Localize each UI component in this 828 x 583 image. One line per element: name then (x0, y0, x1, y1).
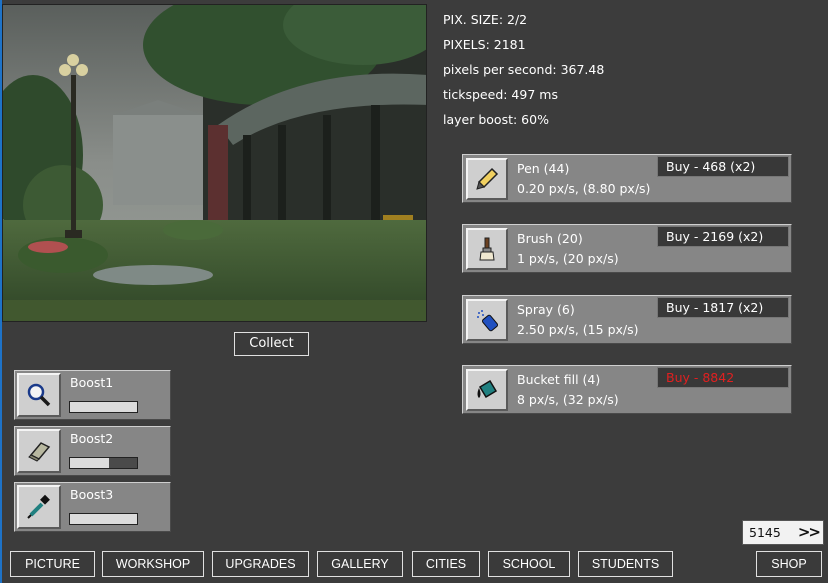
tickspeed-stat: tickspeed: 497 ms (443, 87, 558, 102)
brush-icon[interactable] (466, 228, 508, 270)
boost-2: Boost2 (14, 426, 171, 476)
nav-upgrades[interactable]: UPGRADES (212, 551, 309, 577)
nav-shop[interactable]: SHOP (756, 551, 822, 577)
nav-school[interactable]: SCHOOL (488, 551, 570, 577)
boost-progress-bar (69, 513, 138, 525)
nav-picture[interactable]: PICTURE (10, 551, 95, 577)
next-layer-counter[interactable]: 5145 >> (742, 520, 824, 545)
park-pavilion-painting (3, 5, 426, 321)
buy-bucket-fill-button[interactable]: Buy - 8842 (657, 367, 789, 388)
eyedropper-icon[interactable] (17, 485, 61, 529)
layer-boost-stat: layer boost: 60% (443, 112, 549, 127)
bucket-fill-icon[interactable] (466, 369, 508, 411)
tool-name: Spray (6) (517, 302, 575, 317)
boost-label: Boost3 (70, 487, 114, 502)
tool-name: Brush (20) (517, 231, 583, 246)
tool-name: Bucket fill (4) (517, 372, 601, 387)
tool-brush: Brush (20) 1 px/s, (20 px/s) Buy - 2169 … (462, 224, 792, 273)
pix-size-stat: PIX. SIZE: 2/2 (443, 12, 528, 27)
boost-progress-bar (69, 401, 138, 413)
boost-label: Boost2 (70, 431, 114, 446)
magnifier-icon[interactable] (17, 373, 61, 417)
tool-bucket-fill: Bucket fill (4) 8 px/s, (32 px/s) Buy - … (462, 365, 792, 414)
eraser-icon[interactable] (17, 429, 61, 473)
nav-gallery[interactable]: GALLERY (317, 551, 403, 577)
buy-spray-button[interactable]: Buy - 1817 (x2) (657, 297, 789, 318)
tool-rate: 2.50 px/s, (15 px/s) (517, 322, 639, 337)
counter-value: 5145 (749, 525, 781, 540)
buy-brush-button[interactable]: Buy - 2169 (x2) (657, 226, 789, 247)
collect-button[interactable]: Collect (234, 332, 309, 356)
tool-pen: Pen (44) 0.20 px/s, (8.80 px/s) Buy - 46… (462, 154, 792, 203)
tool-rate: 8 px/s, (32 px/s) (517, 392, 619, 407)
nav-cities[interactable]: CITIES (412, 551, 480, 577)
pen-icon[interactable] (466, 158, 508, 200)
nav-workshop[interactable]: WORKSHOP (102, 551, 204, 577)
painting-canvas[interactable] (2, 4, 427, 322)
pixels-per-second-stat: pixels per second: 367.48 (443, 62, 605, 77)
pixels-stat: PIXELS: 2181 (443, 37, 526, 52)
tool-name: Pen (44) (517, 161, 570, 176)
boost-label: Boost1 (70, 375, 114, 390)
tool-rate: 0.20 px/s, (8.80 px/s) (517, 181, 651, 196)
boost-1: Boost1 (14, 370, 171, 420)
tool-rate: 1 px/s, (20 px/s) (517, 251, 619, 266)
boost-progress-bar (69, 457, 138, 469)
double-chevron-right-icon[interactable]: >> (798, 521, 821, 544)
spray-icon[interactable] (466, 299, 508, 341)
buy-pen-button[interactable]: Buy - 468 (x2) (657, 156, 789, 177)
tool-spray: Spray (6) 2.50 px/s, (15 px/s) Buy - 181… (462, 295, 792, 344)
nav-students[interactable]: STUDENTS (578, 551, 673, 577)
boost-3: Boost3 (14, 482, 171, 532)
